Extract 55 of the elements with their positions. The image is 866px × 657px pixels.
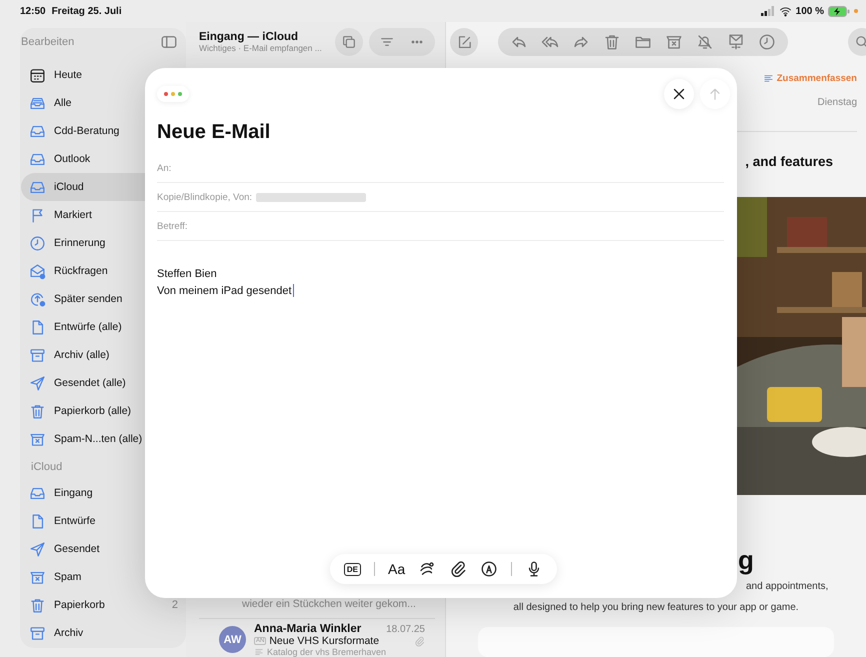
close-button[interactable] — [664, 79, 694, 109]
battery-percent: 100 % — [796, 6, 824, 16]
junk-mail-icon[interactable] — [727, 33, 745, 51]
calendar-icon — [29, 66, 46, 84]
section-header: iCloud — [30, 460, 64, 475]
promo-heading: g — [738, 547, 754, 573]
message-date: Dienstag — [818, 97, 857, 108]
paperclip-icon[interactable] — [449, 560, 468, 578]
clock-arrow-icon — [29, 290, 46, 308]
signal-icon — [760, 6, 775, 16]
paper-plane-icon — [29, 374, 46, 392]
status-date: Freitag 25. Juli — [52, 6, 123, 16]
trash-icon — [29, 402, 46, 420]
mailbox-item[interactable]: Papierkorb 2 — [21, 591, 186, 619]
promo-text: all designed to help you bring new features to your app or game. — [513, 602, 799, 613]
body-text-line: Von meinem iPad gesendet — [157, 284, 292, 296]
filter-subtitle: Wichtiges · E-Mail empfangen ... — [199, 43, 323, 53]
markup-icon[interactable] — [480, 560, 498, 578]
format-button[interactable]: Aa — [388, 561, 406, 577]
envelope-icon — [29, 262, 46, 280]
recording-dot-icon — [854, 9, 858, 13]
keyboard-language-button[interactable]: DE — [344, 562, 361, 576]
summary-icon — [254, 647, 264, 657]
scribble-icon[interactable] — [418, 560, 436, 578]
bell-slash-icon[interactable] — [696, 33, 714, 51]
compose-title: Neue E-Mail — [157, 121, 272, 144]
trash-icon — [29, 596, 46, 614]
unread-count: 2 — [172, 599, 178, 611]
body-text-line: Steffen Bien — [157, 268, 217, 280]
battery-charging-icon — [828, 6, 850, 16]
mailbox-title: Eingang — iCloud — [199, 31, 300, 43]
sender-name: Anna-Maria Winkler — [254, 623, 362, 635]
compose-button[interactable] — [450, 28, 478, 56]
copy-button[interactable] — [335, 28, 363, 56]
sidebar-toggle-icon[interactable] — [160, 33, 178, 51]
window-controls-icon[interactable] — [157, 86, 189, 102]
avatar: AW — [219, 626, 246, 653]
promo-text: and appointments, — [746, 581, 828, 592]
trash-icon[interactable] — [603, 33, 621, 51]
message-summary: Katalog der vhs Bremerhaven — [267, 647, 386, 657]
archive-box-icon — [29, 624, 46, 642]
junk-bin-icon[interactable] — [665, 33, 683, 51]
summary-icon — [762, 73, 774, 84]
mailbox-item[interactable]: Archiv — [21, 619, 186, 647]
message-subject: Neue VHS Kursformate — [269, 635, 380, 647]
text-cursor — [292, 284, 294, 297]
status-time: 12:50 — [20, 6, 46, 16]
message-date: 18.07.25 — [386, 624, 425, 635]
clock-icon[interactable] — [758, 33, 776, 51]
wifi-icon — [778, 4, 792, 18]
message-heading: , and features — [745, 154, 833, 169]
clock-icon — [29, 234, 46, 252]
copy-icon — [341, 34, 357, 50]
paper-plane-icon — [29, 540, 46, 558]
archive-box-icon — [29, 346, 46, 364]
